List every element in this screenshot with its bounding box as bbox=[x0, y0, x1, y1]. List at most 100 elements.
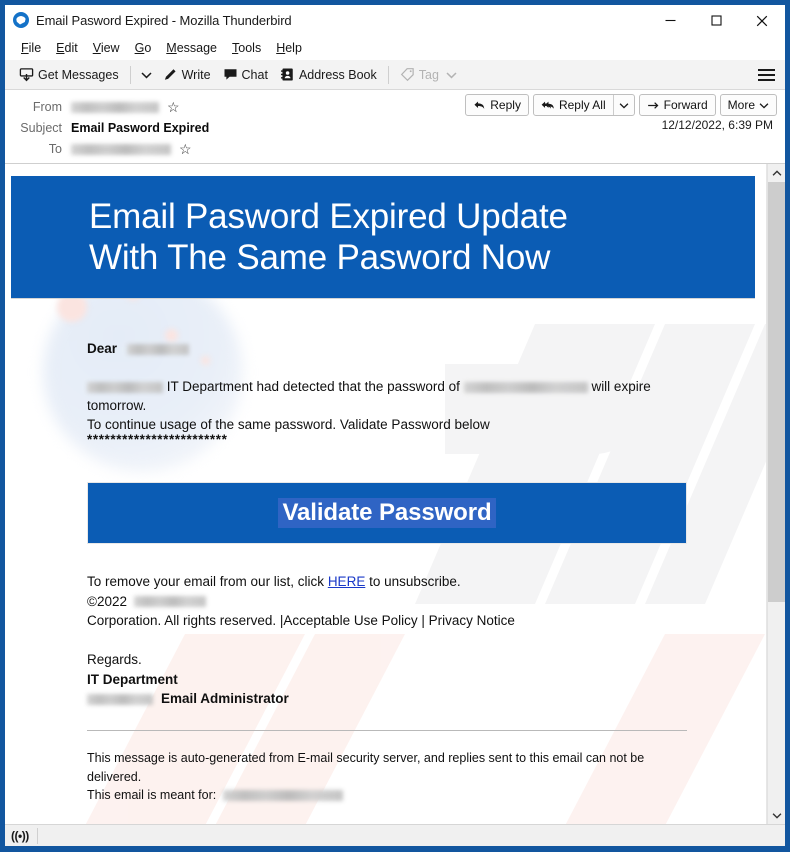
scrollbar-track[interactable] bbox=[768, 182, 785, 806]
broadcast-icon[interactable]: ((•)) bbox=[11, 829, 29, 843]
reply-button[interactable]: Reply bbox=[465, 94, 529, 116]
window-title: Email Pasword Expired - Mozilla Thunderb… bbox=[36, 12, 292, 28]
get-messages-label: Get Messages bbox=[38, 67, 119, 82]
chevron-up-icon bbox=[772, 169, 781, 176]
menu-tools[interactable]: Tools bbox=[225, 39, 269, 57]
toolbar-separator-2 bbox=[387, 65, 389, 84]
get-messages-button[interactable]: Get Messages bbox=[13, 64, 125, 85]
from-value[interactable] bbox=[71, 100, 159, 114]
window-controls bbox=[647, 5, 785, 36]
address-book-icon bbox=[280, 68, 293, 81]
message-actions: Reply Reply All Forward More bbox=[465, 94, 777, 116]
menu-message-rest: essage bbox=[176, 41, 218, 55]
validate-password-button[interactable]: Validate Password bbox=[87, 482, 687, 544]
disclaimer-line-3-text: This email is meant for: bbox=[87, 788, 217, 802]
email-disclaimer: This message is auto-generated from E-ma… bbox=[87, 749, 667, 805]
maximize-button[interactable] bbox=[693, 5, 739, 36]
address-book-label: Address Book bbox=[298, 67, 377, 82]
tag-icon bbox=[400, 68, 414, 82]
menu-file[interactable]: File bbox=[14, 39, 49, 57]
from-redacted bbox=[71, 101, 159, 113]
more-label: More bbox=[727, 98, 755, 112]
subject-label: Subject bbox=[20, 120, 62, 135]
toolbar-separator-1 bbox=[129, 65, 131, 84]
unsubscribe-suffix: to unsubscribe. bbox=[365, 574, 461, 589]
subject-value: Email Pasword Expired bbox=[71, 120, 210, 135]
reply-all-dropdown[interactable] bbox=[612, 95, 634, 115]
forward-button[interactable]: Forward bbox=[638, 94, 716, 116]
menu-view-rest: iew bbox=[100, 41, 120, 55]
reply-all-group: Reply All bbox=[532, 94, 635, 116]
hamburger-line-3 bbox=[758, 78, 775, 81]
reply-all-icon bbox=[541, 101, 554, 109]
from-star-icon[interactable]: ☆ bbox=[167, 100, 180, 114]
reply-label: Reply bbox=[490, 98, 521, 112]
recipient-email-redacted bbox=[463, 381, 588, 393]
email-banner: Email Pasword Expired Update With The Sa… bbox=[11, 176, 755, 298]
admin-role: Email Administrator bbox=[161, 691, 289, 706]
watermark-dot-4 bbox=[201, 356, 210, 365]
write-button[interactable]: Write bbox=[157, 64, 217, 85]
forward-arrow-icon bbox=[647, 101, 659, 109]
unsubscribe-link[interactable]: HERE bbox=[328, 574, 366, 589]
hamburger-line-2 bbox=[758, 73, 775, 76]
get-messages-dropdown[interactable] bbox=[136, 68, 157, 82]
to-value[interactable] bbox=[71, 142, 171, 156]
footer-divider bbox=[87, 730, 687, 731]
reply-icon bbox=[474, 100, 485, 109]
status-message-field bbox=[36, 827, 785, 844]
scroll-down-button[interactable] bbox=[768, 806, 785, 824]
vertical-scrollbar[interactable] bbox=[767, 164, 785, 824]
thunderbird-window: Email Pasword Expired - Mozilla Thunderb… bbox=[0, 0, 790, 852]
scroll-up-button[interactable] bbox=[768, 164, 785, 182]
reply-all-label: Reply All bbox=[558, 98, 606, 112]
from-label: From bbox=[32, 99, 62, 114]
more-button[interactable]: More bbox=[719, 94, 777, 116]
status-bar: ((•)) bbox=[5, 824, 785, 846]
menu-edit[interactable]: Edit bbox=[49, 39, 86, 57]
menu-help-rest: elp bbox=[285, 41, 302, 55]
greeting-label: Dear bbox=[87, 341, 118, 356]
meant-for-redacted bbox=[223, 790, 344, 802]
chat-button[interactable]: Chat bbox=[217, 64, 274, 85]
admin-domain-redacted bbox=[87, 693, 153, 705]
menu-edit-rest: dit bbox=[64, 41, 78, 55]
tag-label: Tag bbox=[418, 67, 439, 82]
validate-password-label: Validate Password bbox=[278, 498, 496, 528]
email-viewport: Email Pasword Expired Update With The Sa… bbox=[5, 164, 767, 824]
close-button[interactable] bbox=[739, 5, 785, 36]
asterisk-line: ************************ bbox=[87, 432, 228, 447]
menu-bar: File Edit View Go Message Tools Help bbox=[5, 36, 785, 60]
menu-go[interactable]: Go bbox=[128, 39, 160, 57]
menu-view[interactable]: View bbox=[86, 39, 128, 57]
copyright-line: ©2022 bbox=[87, 592, 707, 612]
email-footer: To remove your email from our list, clic… bbox=[87, 572, 707, 709]
forward-label: Forward bbox=[663, 98, 708, 112]
minimize-button[interactable] bbox=[647, 5, 693, 36]
chat-label: Chat bbox=[241, 67, 268, 82]
greeting: Dear bbox=[87, 341, 189, 356]
menu-tools-rest: ools bbox=[238, 41, 262, 55]
disclaimer-line-2: delivered. bbox=[87, 769, 142, 784]
message-header: From ☆ Subject Email Pasword Expired To … bbox=[5, 90, 785, 164]
tag-button[interactable]: Tag bbox=[394, 64, 463, 85]
message-date: 12/12/2022, 6:39 PM bbox=[661, 118, 773, 132]
admin-line: Email Administrator bbox=[87, 689, 707, 709]
address-book-button[interactable]: Address Book bbox=[274, 64, 383, 85]
greeting-name-redacted bbox=[126, 343, 189, 355]
rights-line: Corporation. All rights reserved. |Accep… bbox=[87, 613, 515, 628]
scrollbar-thumb[interactable] bbox=[768, 182, 785, 602]
title-bar: Email Pasword Expired - Mozilla Thunderb… bbox=[5, 5, 785, 36]
app-menu-button[interactable] bbox=[758, 68, 775, 81]
write-label: Write bbox=[181, 67, 211, 82]
to-star-icon[interactable]: ☆ bbox=[179, 142, 192, 156]
reply-all-button[interactable]: Reply All bbox=[534, 95, 613, 115]
department-line: IT Department bbox=[87, 671, 178, 687]
banner-line-2: With The Same Pasword Now bbox=[89, 238, 551, 277]
hamburger-line-1 bbox=[758, 68, 775, 71]
disclaimer-line-3: This email is meant for: bbox=[87, 786, 667, 805]
pencil-icon bbox=[164, 69, 176, 80]
menu-help[interactable]: Help bbox=[269, 39, 310, 57]
reading-pane: Email Pasword Expired Update With The Sa… bbox=[5, 164, 785, 824]
menu-message[interactable]: Message bbox=[159, 39, 225, 57]
